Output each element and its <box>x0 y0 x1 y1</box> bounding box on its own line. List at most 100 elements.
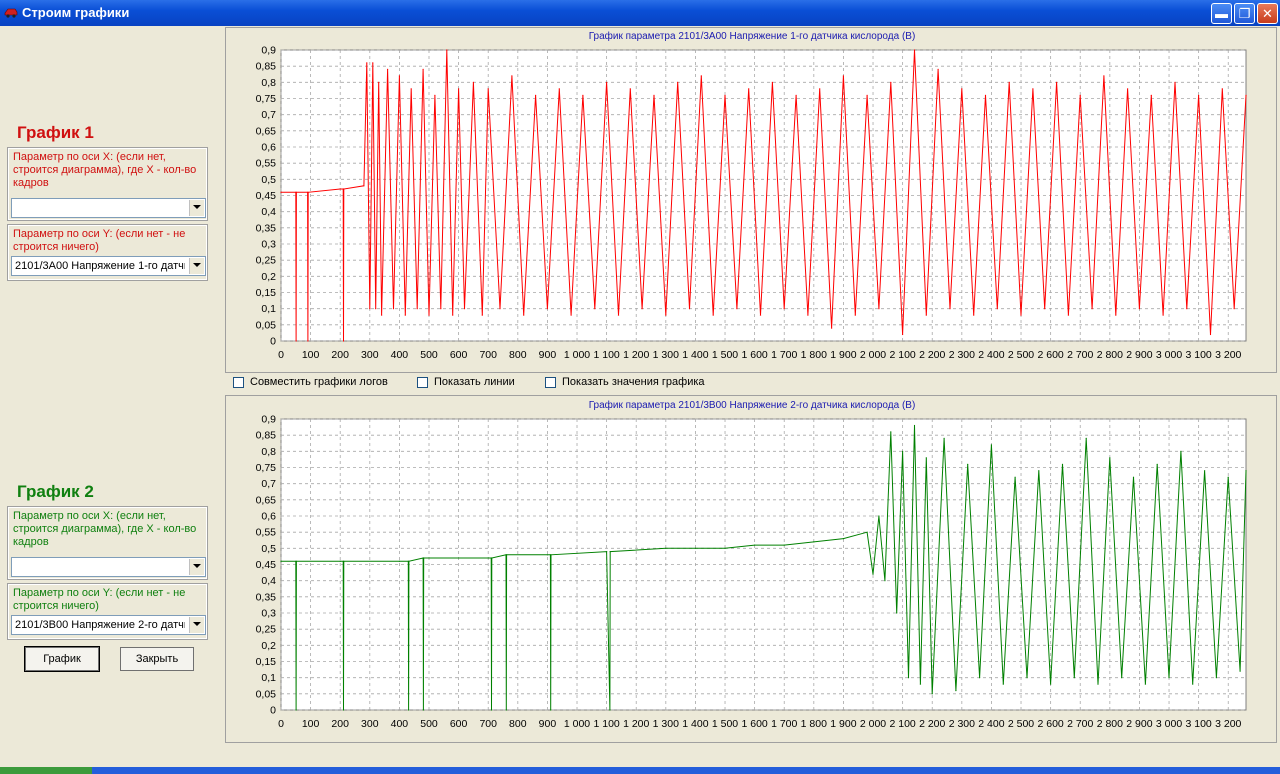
data-point <box>343 560 345 562</box>
x-tick-label: 2 100 <box>889 349 915 361</box>
y-tick-label: 0,65 <box>256 125 277 137</box>
data-point <box>428 314 430 316</box>
x-tick-label: 1 100 <box>593 718 619 730</box>
data-point <box>606 551 608 553</box>
data-point <box>996 308 998 310</box>
x-tick-label: 2 000 <box>860 349 886 361</box>
show-values-label: Показать значения графика <box>562 376 705 388</box>
data-point <box>506 554 508 556</box>
data-point <box>1103 75 1105 77</box>
data-point <box>819 88 821 90</box>
data-point <box>677 81 679 83</box>
data-point <box>491 557 493 559</box>
x-tick-label: 0 <box>278 718 284 730</box>
x-tick-label: 300 <box>361 718 379 730</box>
graph2-x-param-label: Параметр по оси X: (если нет, строится д… <box>13 510 197 548</box>
restore-icon: ❐ <box>1238 6 1251 21</box>
y-tick-label: 0 <box>270 336 276 348</box>
x-tick-label: 800 <box>509 349 527 361</box>
data-point <box>783 544 785 546</box>
data-point <box>925 457 927 459</box>
data-point <box>712 314 714 316</box>
data-point <box>878 515 880 517</box>
y-tick-label: 0,35 <box>256 222 277 234</box>
data-point <box>736 308 738 310</box>
data-point <box>410 88 412 90</box>
data-point <box>1156 463 1158 465</box>
chart1-panel: График параметра 2101/3A00 Напряжение 1-… <box>225 27 1277 373</box>
x-tick-label: 3 000 <box>1156 349 1182 361</box>
checkbox-icon[interactable] <box>417 377 428 388</box>
x-tick-label: 2 100 <box>889 718 915 730</box>
graph1-y-param-label: Параметр по оси Y: (если нет - не строит… <box>13 228 186 253</box>
x-tick-label: 2 300 <box>949 718 975 730</box>
checkbox-icon[interactable] <box>545 377 556 388</box>
data-point <box>1085 437 1087 439</box>
data-point <box>558 88 560 90</box>
y-tick-label: 0,7 <box>261 109 276 121</box>
close-button[interactable]: Закрыть <box>120 647 194 671</box>
dropdown-arrow-icon[interactable] <box>189 617 204 633</box>
x-tick-label: 2 600 <box>1037 349 1063 361</box>
data-point <box>295 709 297 711</box>
x-tick-label: 3 200 <box>1215 718 1241 730</box>
data-point <box>404 314 406 316</box>
x-tick-label: 700 <box>479 718 497 730</box>
data-point <box>943 437 945 439</box>
data-point <box>550 554 552 556</box>
data-point <box>949 308 951 310</box>
close-window-button[interactable]: ✕ <box>1257 3 1278 24</box>
graph-button[interactable]: График <box>24 646 100 672</box>
dropdown-arrow-icon[interactable] <box>189 559 204 575</box>
graph1-y-param-select[interactable]: 2101/3A00 Напряжение 1-го датчи <box>11 256 206 276</box>
dropdown-arrow-icon[interactable] <box>189 258 204 274</box>
minimize-button[interactable]: ▬ <box>1211 3 1232 24</box>
data-point <box>463 308 466 310</box>
data-point <box>884 580 886 582</box>
x-tick-label: 1 300 <box>653 349 679 361</box>
data-point <box>1097 683 1099 685</box>
data-point <box>550 709 552 711</box>
data-point <box>872 573 874 575</box>
x-tick-label: 400 <box>391 718 409 730</box>
chart2-plot: 0 0,05 0,1 0,15 0,2 0,25 0,3 0,35 0,4 0,45 0,5 0,55… <box>256 414 1247 730</box>
data-point <box>1168 677 1170 679</box>
data-point <box>748 88 750 90</box>
chart1-plot: 0 0,05 0,1 0,15 0,2 0,25 0,3 0,35 0,4 0,45 0,5 0,55… <box>256 45 1247 361</box>
data-point <box>1044 308 1046 310</box>
y-tick-label: 0,7 <box>261 478 276 490</box>
minimize-icon: ▬ <box>1215 6 1228 21</box>
x-tick-label: 1 700 <box>771 349 797 361</box>
graph2-y-param-select[interactable]: 2101/3B00 Напряжение 2-го датчи <box>11 615 206 635</box>
data-point <box>546 308 548 310</box>
data-point <box>688 308 691 310</box>
data-point <box>617 314 620 316</box>
restore-button[interactable]: ❐ <box>1234 3 1255 24</box>
y-tick-label: 0,9 <box>261 414 276 426</box>
y-tick-label: 0,15 <box>256 656 277 668</box>
y-tick-label: 0,1 <box>261 303 276 315</box>
data-point <box>665 547 667 549</box>
x-tick-label: 2 400 <box>978 718 1004 730</box>
x-tick-label: 1 500 <box>712 718 738 730</box>
dropdown-arrow-icon[interactable] <box>189 200 204 216</box>
y-tick-label: 0,6 <box>261 142 276 154</box>
checkbox-icon[interactable] <box>233 377 244 388</box>
data-point <box>1239 670 1241 672</box>
x-tick-label: 700 <box>479 349 497 361</box>
y-tick-label: 0,2 <box>261 640 276 652</box>
y-tick-label: 0,8 <box>261 446 276 458</box>
data-point <box>546 554 548 556</box>
graph1-x-param-select[interactable] <box>11 198 206 218</box>
data-point <box>570 314 572 316</box>
data-point <box>398 75 400 77</box>
graph2-x-param-select[interactable] <box>11 557 206 577</box>
x-tick-label: 2 700 <box>1067 718 1093 730</box>
data-point <box>878 308 880 310</box>
graph2-y-param-group: Параметр по оси Y: (если нет - не строит… <box>7 583 208 640</box>
y-tick-label: 0,4 <box>261 575 276 587</box>
data-point <box>1002 683 1004 685</box>
start-button[interactable] <box>0 767 92 774</box>
data-point <box>280 560 282 562</box>
window-title: Строим графики <box>22 5 130 20</box>
